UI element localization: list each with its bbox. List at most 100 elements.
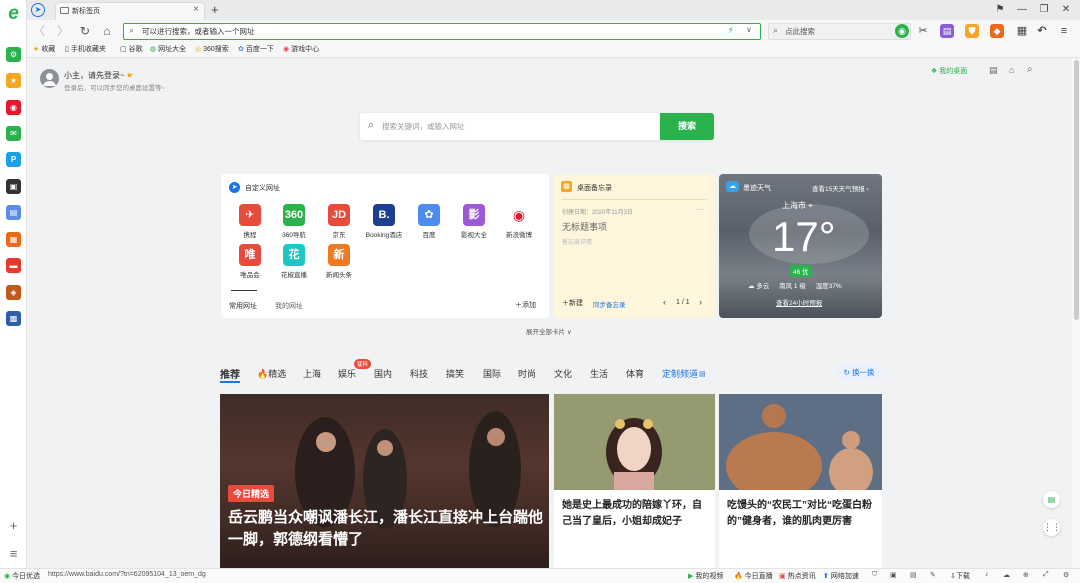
news-card[interactable]: 吃馒头的“农民工”对比“吃蛋白粉的”健身者，谁的肌肉更厉害 [719,394,882,568]
bookmark-favorites[interactable]: ★ 收藏 [33,44,55,54]
pin-icon[interactable]: ⚑ [992,2,1008,18]
bookmark-mobile[interactable]: ▯ 手机收藏夹 [65,44,106,54]
news-card[interactable]: 她是史上最成功的陪嫁丫环，自己当了皇后，小姐却成妃子 [554,394,715,568]
reload-button[interactable]: ↻ [77,23,93,39]
news-card-featured[interactable]: 今日精选 岳云鹏当众嘲讽潘长江，潘长江直接冲上台踹他一脚，郭德纲看懵了 [220,394,549,568]
news-tab[interactable]: 国内 [374,367,392,380]
app-green-icon[interactable]: ⚙ [6,47,21,62]
news-tab[interactable]: 推荐 [220,366,240,381]
menu-icon[interactable]: ≡ [6,546,21,561]
settings-icon[interactable]: ⚙ [1063,571,1069,579]
bookmark-google[interactable]: ▢ 谷歌 [120,44,143,54]
app-mail-icon[interactable]: ✉ [6,126,21,141]
news-tab[interactable]: 🔥精选 [257,367,286,380]
search-box[interactable]: ⌕ [768,23,911,40]
site-shortcut[interactable]: 新新闻头条 [317,244,361,279]
site-shortcut[interactable]: ✈ 携程 [228,204,272,239]
news-tab[interactable]: 娱乐 [338,367,356,380]
add-app-icon[interactable]: + [6,518,21,533]
avatar[interactable] [40,69,59,88]
browser-logo-icon[interactable]: e [4,4,23,23]
site-shortcut[interactable]: 360 360导航 [272,204,316,239]
feedback-icon[interactable]: ▤ [1043,491,1060,508]
maximize-button[interactable]: ❐ [1036,2,1052,18]
app-game1-icon[interactable]: ▣ [6,179,21,194]
zoom-icon[interactable]: ⊕ [1023,571,1029,579]
app-game2-icon[interactable]: ▦ [6,232,21,247]
site-shortcut[interactable]: ✿ 百度 [407,204,451,239]
search-icon[interactable]: ⌕ [1027,64,1033,75]
news-headline[interactable]: 吃馒头的“农民工”对比“吃蛋白粉的”健身者，谁的肌肉更厉害 [727,498,877,530]
app-weibo-icon[interactable]: ◉ [6,100,21,115]
site-shortcut[interactable]: JD 京东 [317,204,361,239]
news-tab[interactable]: 定制频道 [662,367,698,380]
more-icon[interactable]: ··· [696,205,704,214]
home-button[interactable]: ⌂ [99,23,115,39]
news-tab[interactable]: 时尚 [518,367,536,380]
next-page-icon[interactable]: › [699,297,702,307]
layout-icon[interactable]: ▤ [989,65,998,76]
news-tab[interactable]: 国际 [483,367,501,380]
site-shortcut[interactable]: 花花椒直播 [272,244,316,279]
memo-heading[interactable]: 无标题事项 [562,220,607,233]
cloud-icon[interactable]: ☁ [1003,571,1010,579]
site-shortcut[interactable]: ◉ 新浪微博 [497,204,541,239]
app-favorites-icon[interactable]: ★ [6,73,21,88]
security-icon[interactable]: ◉ [895,24,909,38]
tab-my-sites[interactable]: 我的网址 [275,301,303,311]
live[interactable]: 🔥 今日直播 [734,571,773,581]
more-menu-icon[interactable]: ≡ [1057,24,1071,38]
customize-icon[interactable]: ▤ [699,370,706,378]
site-shortcut[interactable]: 影影视大全 [452,204,496,239]
site-shortcut[interactable]: 唯唯品会 [228,244,272,279]
address-input[interactable] [142,25,702,38]
address-bar[interactable]: ⌕ ⚡ ∨ [123,23,761,40]
home-icon[interactable]: ⌂ [1009,65,1014,75]
tools-icon[interactable]: ✎ [930,571,936,579]
bookmark-games[interactable]: ◉ 游戏中心 [283,44,319,54]
fullscreen-icon[interactable]: ⤢ [1043,571,1049,579]
minimize-button[interactable]: — [1014,2,1030,18]
news-headline[interactable]: 她是史上最成功的陪嫁丫环，自己当了皇后，小姐却成妃子 [562,498,710,530]
news-tab[interactable]: 科技 [410,367,428,380]
news-tab[interactable]: 搞笑 [446,367,464,380]
main-search-bar[interactable]: ⌕ 搜索 [360,113,714,140]
apps-grid-icon[interactable]: ⋮⋮ [1043,519,1061,536]
tab-common-sites[interactable]: 常用网址 [229,301,257,311]
new-memo-button[interactable]: ＋新建 [562,298,583,308]
hot-news[interactable]: ▣ 热点资讯 [779,571,816,581]
main-search-input[interactable] [382,119,682,134]
grid-icon[interactable]: ▦ [1015,24,1029,38]
news-tab[interactable]: 生活 [590,367,608,380]
my-videos[interactable]: ▶ 我的视频 [688,571,723,581]
app-doc-icon[interactable]: ▤ [6,205,21,220]
shield-icon[interactable]: ⛊ [965,24,979,38]
scrollbar-thumb[interactable] [1074,60,1079,320]
site-shortcut[interactable]: B. Booking酒店 [362,204,406,239]
news-tab[interactable]: 文化 [554,367,572,380]
mute-icon[interactable]: ♪ [985,571,989,578]
sync-memo-link[interactable]: 同步备忘录 [593,299,626,309]
app-game4-icon[interactable]: ▩ [6,311,21,326]
news-tab[interactable]: 上海 [303,367,321,380]
forward-button[interactable]: 〉 [55,23,71,39]
search-input[interactable] [785,25,905,38]
lightning-icon[interactable]: ⚡ [728,25,734,36]
download-button[interactable]: ⇩下载 [950,571,970,581]
back-button[interactable]: 〈 [31,23,47,39]
weather-card[interactable]: ☁ 墨迹天气 查看15天天气预报 › 上海市 ⌖ 17° 46 优 ☁ 多云 南… [719,174,882,318]
net-accel[interactable]: ⬆ 网络加速 [823,571,859,581]
scissors-icon[interactable]: ✂ [916,24,930,38]
hourly-forecast-link[interactable]: 查看24小时预报 [776,297,822,307]
news-tab[interactable]: 体育 [626,367,644,380]
weather-city[interactable]: 上海市 ⌖ [782,200,813,211]
refresh-button[interactable]: ↻ 换一换 [836,365,882,380]
tab-new-tab[interactable]: 新标签页 × [55,2,205,20]
new-tab-button[interactable]: + [211,2,219,17]
forecast-link[interactable]: 查看15天天气预报 › [812,183,869,193]
app-game3-icon[interactable]: ◈ [6,285,21,300]
close-window-button[interactable]: ✕ [1058,2,1074,18]
close-icon[interactable]: × [193,4,199,15]
my-desktop-link[interactable]: ❖ 我的桌面 [931,66,967,76]
prev-page-icon[interactable]: ‹ [663,297,666,307]
